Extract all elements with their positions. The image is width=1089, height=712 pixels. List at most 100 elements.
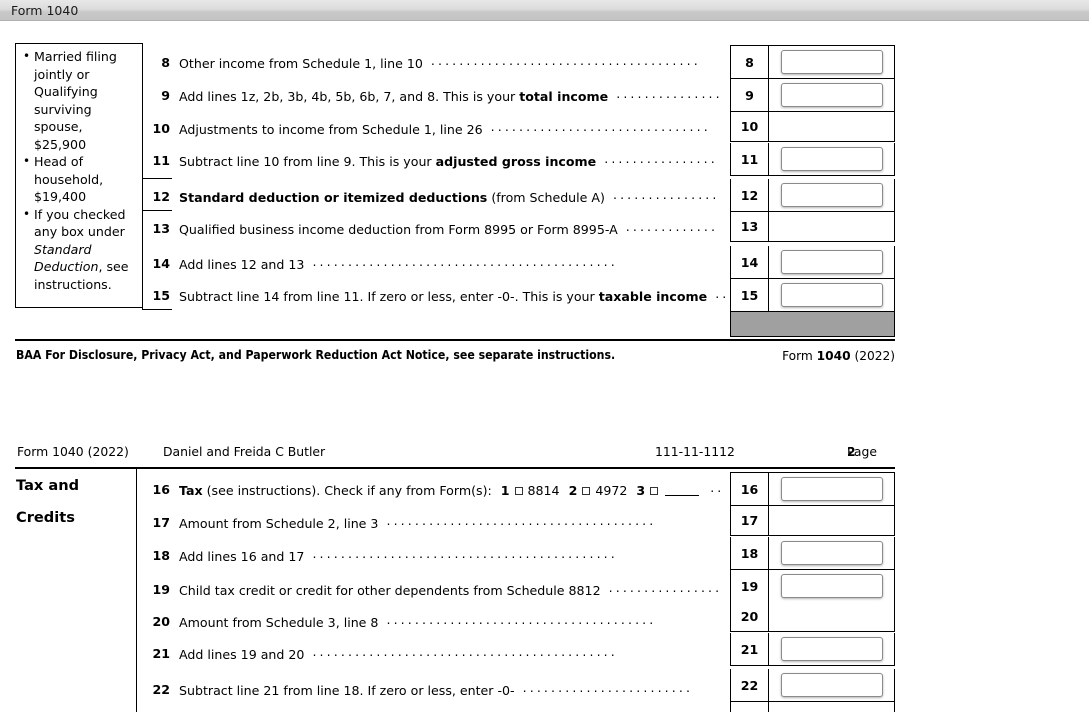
line-number-cell-18: 18 bbox=[730, 537, 769, 569]
amount-cell-9 bbox=[769, 79, 895, 111]
form-page-1-fragment: Married filing jointly or Qualifying sur… bbox=[0, 21, 1089, 381]
line-11-description: Subtract line 10 from line 9. This is yo… bbox=[179, 151, 718, 169]
leader-dots-9: ............... bbox=[616, 86, 723, 101]
page-2-page-number: Page 2 bbox=[847, 444, 877, 459]
line-number-cell-13: 13 bbox=[730, 212, 769, 241]
form-line-22: 22 Subtract line 21 from line 18. If zer… bbox=[136, 673, 693, 705]
line-14-description: Add lines 12 and 13 ....................… bbox=[179, 254, 618, 272]
row-rule-10-11 bbox=[730, 141, 895, 142]
line-15-description: Subtract line 14 from line 11. If zero o… bbox=[179, 286, 737, 304]
checkbox-8814-label: 8814 bbox=[527, 483, 560, 498]
leader-dots-21: ........................................… bbox=[312, 644, 618, 659]
amount-cell-20 bbox=[769, 602, 895, 631]
page-2-taxpayer-name: Daniel and Freida C Butler bbox=[163, 444, 326, 459]
other-form-write-in[interactable] bbox=[665, 485, 700, 496]
row-rule-17-18 bbox=[730, 535, 895, 536]
line-number-22: 22 bbox=[152, 681, 170, 697]
amount-cell-10 bbox=[769, 112, 895, 141]
leader-dots-8: ...................................... bbox=[430, 53, 701, 68]
form-page-2-fragment: Form 1040 (2022) Daniel and Freida C But… bbox=[0, 426, 1089, 712]
line-16-description: Tax (see instructions). Check if any fro… bbox=[179, 480, 725, 498]
amount-cell-13 bbox=[769, 212, 895, 241]
line-16-checkbox-group: 1 8814 2 4972 3 bbox=[492, 483, 702, 498]
amount-input-22[interactable] bbox=[780, 673, 883, 697]
line-number-cell-16: 16 bbox=[730, 473, 769, 505]
amount-cell-19 bbox=[769, 570, 895, 602]
line-12-bold-lead: Standard deduction or itemized deduction… bbox=[179, 190, 488, 205]
amount-cell-11 bbox=[769, 143, 895, 175]
instruction-item-hoh: Head of household, $19,400 bbox=[23, 153, 136, 206]
line-number-16: 16 bbox=[152, 481, 170, 497]
amount-input-19[interactable] bbox=[780, 574, 883, 598]
page-2-header-rule bbox=[15, 467, 895, 469]
amount-input-18[interactable] bbox=[780, 541, 883, 565]
leader-dots-11: ................ bbox=[604, 151, 718, 166]
leader-dots-18: ........................................… bbox=[312, 546, 618, 561]
document-canvas: Married filing jointly or Qualifying sur… bbox=[0, 21, 1089, 712]
section-label-tax-and: Tax and bbox=[16, 477, 80, 494]
form-line-18: 18 Add lines 16 and 17 .................… bbox=[136, 539, 618, 571]
leader-dots-10: ............................... bbox=[490, 119, 711, 134]
amount-input-14[interactable] bbox=[780, 250, 883, 274]
leader-dots-16: .. bbox=[710, 480, 725, 495]
line-number-cell-21: 21 bbox=[730, 633, 769, 665]
leader-dots-19: ................ bbox=[608, 580, 723, 595]
section-label-credits: Credits bbox=[16, 509, 75, 526]
line-21-description: Add lines 19 and 20 ....................… bbox=[179, 644, 618, 662]
shaded-block bbox=[730, 311, 895, 337]
line-number-12: 12 bbox=[152, 188, 170, 204]
form-line-23: 23 Other taxes, including self-employmen… bbox=[136, 705, 729, 712]
line-number-cell-8: 8 bbox=[730, 46, 769, 78]
line-16-bold-lead: Tax bbox=[179, 483, 203, 498]
line-number-20: 20 bbox=[152, 613, 170, 629]
line-number-18: 18 bbox=[152, 547, 170, 563]
amount-input-9[interactable] bbox=[780, 83, 883, 107]
row-rule-21-22 bbox=[730, 665, 895, 666]
line-number-8: 8 bbox=[161, 54, 170, 70]
amount-input-11[interactable] bbox=[780, 147, 883, 171]
window-titlebar: Form 1040 bbox=[0, 0, 1089, 21]
amount-input-12[interactable] bbox=[780, 183, 883, 207]
line-number-cell-12: 12 bbox=[730, 179, 769, 211]
page-1-footer-notice: BAA For Disclosure, Privacy Act, and Pap… bbox=[16, 348, 616, 362]
line-20-description: Amount from Schedule 3, line 8 .........… bbox=[179, 612, 657, 630]
amount-cell-14 bbox=[769, 246, 895, 278]
checkbox-other-form[interactable] bbox=[650, 486, 659, 495]
line-number-cell-19: 19 bbox=[730, 570, 769, 602]
amount-cell-23 bbox=[769, 702, 895, 712]
line-number-10: 10 bbox=[152, 120, 170, 136]
amount-input-15[interactable] bbox=[780, 283, 883, 307]
line-number-cell-9: 9 bbox=[730, 79, 769, 111]
form-line-13: 13 Qualified business income deduction f… bbox=[142, 212, 718, 244]
page-2-ssn: 111-11-1112 bbox=[655, 444, 735, 459]
line-number-21: 21 bbox=[152, 645, 170, 661]
line-number-15: 15 bbox=[152, 287, 170, 303]
line-number-cell-14: 14 bbox=[730, 246, 769, 278]
form-line-14: 14 Add lines 12 and 13 .................… bbox=[142, 247, 618, 279]
amount-input-8[interactable] bbox=[780, 50, 883, 74]
form-line-10: 10 Adjustments to income from Schedule 1… bbox=[142, 112, 711, 144]
form-line-19: 19 Child tax credit or credit for other … bbox=[136, 573, 722, 605]
line-number-17: 17 bbox=[152, 514, 170, 530]
instruction-list: Married filing jointly or Qualifying sur… bbox=[20, 48, 136, 293]
line-number-cell-22: 22 bbox=[730, 669, 769, 701]
leader-dots-13: ............. bbox=[625, 219, 719, 234]
amount-input-16[interactable] bbox=[780, 477, 883, 501]
amount-cell-15 bbox=[769, 279, 895, 311]
amount-input-21[interactable] bbox=[780, 637, 883, 661]
row-rule-13-14 bbox=[730, 241, 895, 242]
instruction-item-mfj: Married filing jointly or Qualifying sur… bbox=[23, 48, 136, 153]
amount-cell-8 bbox=[769, 46, 895, 78]
page-1-footer-rule bbox=[15, 339, 895, 341]
leader-dots-14: ........................................… bbox=[312, 254, 618, 269]
checkbox-8814[interactable] bbox=[514, 486, 523, 495]
form-line-12: 12 Standard deduction or itemized deduct… bbox=[142, 180, 720, 212]
instruction-item-checked-box: If you checked any box under Standard De… bbox=[23, 206, 136, 294]
leader-dots-20: ...................................... bbox=[386, 612, 657, 627]
amount-cell-22 bbox=[769, 669, 895, 701]
line-number-11: 11 bbox=[152, 152, 170, 168]
checkbox-4972[interactable] bbox=[582, 486, 591, 495]
notch-rule-12 bbox=[142, 178, 172, 179]
page-1-footer-form-id: Form 1040 (2022) bbox=[782, 349, 895, 363]
line-number-cell-23: 23 bbox=[730, 702, 769, 712]
